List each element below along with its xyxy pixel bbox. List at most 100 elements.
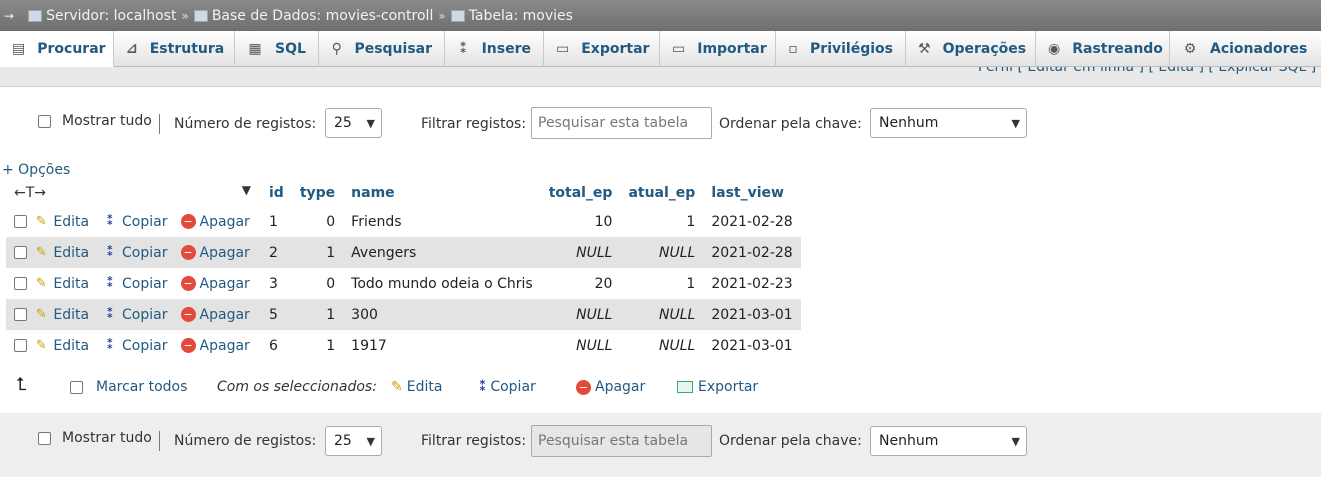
sort-dropdown-icon[interactable]: ▼ [242,183,251,197]
delete-icon: − [180,307,196,323]
cell-name[interactable]: Avengers [343,237,541,268]
filter-label: Filtrar registos: [421,116,527,132]
sort-select[interactable]: Nenhum ▼ [870,426,1027,456]
cell-name[interactable]: 300 [343,299,541,330]
cell-type[interactable]: 1 [291,237,344,268]
cell-type[interactable]: 1 [291,299,344,330]
check-all-checkbox[interactable] [70,381,83,394]
structure-icon: ⊿ [126,41,138,57]
cell-id[interactable]: 2 [261,237,292,268]
bulk-export-button[interactable]: Exportar [677,379,758,395]
database-icon [193,9,208,22]
bulk-delete-button[interactable]: − Apagar [576,379,645,395]
row-checkbox[interactable] [14,308,27,321]
breadcrumb-database[interactable]: Base de Dados: movies-controll [193,8,433,24]
delete-link[interactable]: − Apagar [180,245,250,261]
cell-atual-ep[interactable]: 1 [620,206,703,237]
col-total-ep[interactable]: total_ep [540,180,621,206]
cell-type[interactable]: 0 [292,206,343,237]
col-atual-ep[interactable]: atual_ep [620,180,704,206]
tab-import[interactable]: ▭ Importar [660,31,776,67]
cell-last-view[interactable]: 2021-02-23 [703,268,800,299]
tab-structure[interactable]: ⊿ Estrutura [114,31,235,67]
row-checkbox[interactable] [14,215,27,228]
show-all-label[interactable]: Mostrar tudo [62,113,152,129]
cell-id[interactable]: 5 [261,299,292,330]
tab-export[interactable]: ▭ Exportar [544,31,660,67]
breadcrumb-server[interactable]: Servidor: localhost [28,8,176,24]
cell-atual-ep[interactable]: NULL [620,237,704,268]
copy-link[interactable]: ⁑ Copiar [102,338,168,354]
edit-link[interactable]: ✎ Edita [33,214,89,230]
rows-select[interactable]: 25 ▼ [325,108,382,138]
bulk-copy-button[interactable]: ⁑ Copiar [479,379,536,395]
cell-id[interactable]: 1 [261,206,292,237]
copy-link[interactable]: ⁑ Copiar [102,245,168,261]
cell-atual-ep[interactable]: NULL [620,299,704,330]
options-link[interactable]: + Opções [2,162,70,178]
delete-link[interactable]: − Apagar [180,276,250,292]
tab-tracking[interactable]: ◉ Rastreando [1036,31,1170,67]
pencil-icon: ✎ [35,338,47,353]
rows-select[interactable]: 25 ▼ [325,426,382,456]
tab-triggers[interactable]: ⚙ Acionadores [1170,31,1321,67]
row-checkbox[interactable] [14,277,27,290]
tab-operations[interactable]: ⚒ Operações [906,31,1036,67]
cell-atual-ep[interactable]: 1 [620,268,703,299]
table-row: ✎ Edita ⁑ Copiar − Apagar 5 1 300 NULL NULL… [6,299,801,330]
tab-sql[interactable]: ▦ SQL [235,31,319,67]
collapse-arrow-icon[interactable]: → [4,9,14,23]
check-all-link[interactable]: Marcar todos [96,379,187,395]
edit-link[interactable]: ✎ Edita [33,307,89,323]
row-checkbox[interactable] [14,339,27,352]
bulk-actions: ⮤ Marcar todos Com os seleccionados: ✎ Ed… [0,370,1321,406]
row-checkbox[interactable] [14,246,27,259]
cell-last-view[interactable]: 2021-02-28 [703,237,801,268]
col-last-view[interactable]: last_view [703,180,801,206]
sql-icon: ▦ [248,41,262,57]
cell-id[interactable]: 6 [261,330,292,361]
cell-type[interactable]: 0 [292,268,343,299]
cell-total-ep[interactable]: 20 [541,268,621,299]
breadcrumb-table[interactable]: Tabela: movies [450,8,573,24]
cell-atual-ep[interactable]: NULL [620,330,703,361]
tab-privileges[interactable]: ▫ Privilégios [776,31,906,67]
filter-input[interactable]: Pesquisar esta tabela [531,425,712,457]
col-id[interactable]: id [261,180,292,206]
cell-last-view[interactable]: 2021-03-01 [703,299,801,330]
tab-insert[interactable]: ⁑ Insere [445,31,544,67]
show-all-checkbox[interactable] [38,432,51,445]
delete-link[interactable]: − Apagar [180,338,250,354]
cell-type[interactable]: 1 [292,330,343,361]
cell-last-view[interactable]: 2021-02-28 [703,206,800,237]
filter-input[interactable]: Pesquisar esta tabela [531,107,712,139]
cell-id[interactable]: 3 [261,268,292,299]
edit-link[interactable]: ✎ Edita [33,338,89,354]
cell-last-view[interactable]: 2021-03-01 [703,330,800,361]
cell-total-ep[interactable]: 10 [541,206,621,237]
sort-select[interactable]: Nenhum ▼ [870,108,1027,138]
cell-name[interactable]: Todo mundo odeia o Chris [343,268,541,299]
cell-name[interactable]: Friends [343,206,541,237]
col-name[interactable]: name [343,180,541,206]
tab-browse[interactable]: ▤ Procurar [0,31,114,67]
delete-link[interactable]: − Apagar [180,307,250,323]
cell-total-ep[interactable]: NULL [540,299,621,330]
cell-name[interactable]: 1917 [343,330,541,361]
show-all-checkbox[interactable] [38,115,51,128]
edit-link[interactable]: ✎ Edita [33,276,89,292]
copy-link[interactable]: ⁑ Copiar [102,214,168,230]
column-arrows-icon[interactable]: ←T→ [14,185,46,201]
col-type[interactable]: type [291,180,344,206]
pencil-icon: ✎ [35,245,47,260]
edit-link[interactable]: ✎ Edita [33,245,89,261]
copy-link[interactable]: ⁑ Copiar [102,307,168,323]
cell-total-ep[interactable]: NULL [541,330,621,361]
bulk-edit-button[interactable]: ✎ Edita [391,379,442,395]
cell-total-ep[interactable]: NULL [540,237,621,268]
import-icon: ▭ [672,41,686,57]
delete-link[interactable]: − Apagar [180,214,250,230]
tab-search[interactable]: ⚲ Pesquisar [319,31,445,67]
copy-link[interactable]: ⁑ Copiar [102,276,168,292]
show-all-label[interactable]: Mostrar tudo [62,430,152,446]
